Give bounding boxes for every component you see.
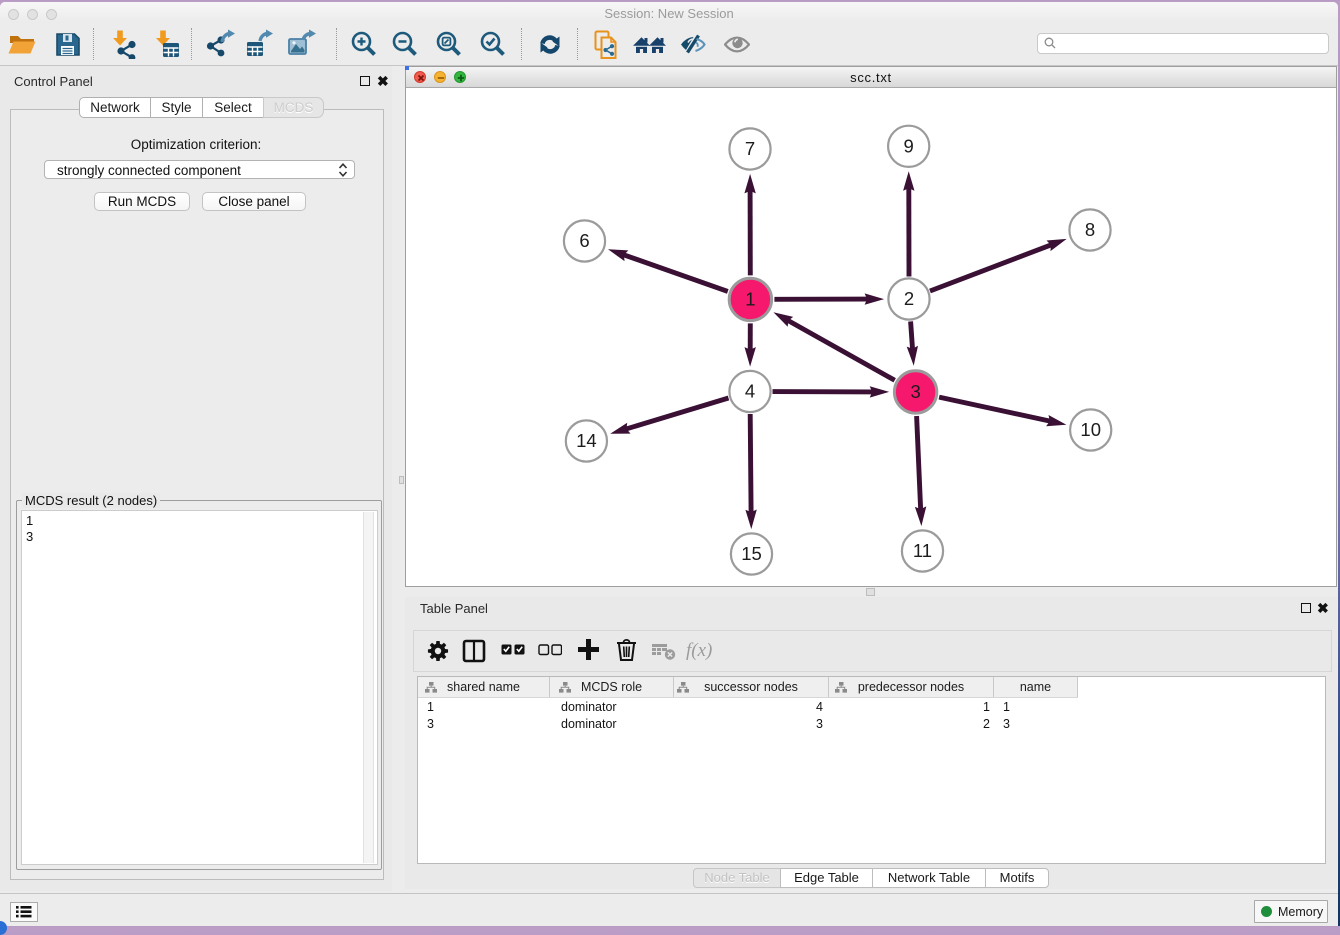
svg-text:10: 10 bbox=[1080, 419, 1101, 440]
svg-text:1: 1 bbox=[745, 289, 755, 310]
svg-text:14: 14 bbox=[576, 430, 597, 451]
svg-text:8: 8 bbox=[1085, 219, 1095, 240]
svg-text:3: 3 bbox=[910, 381, 920, 402]
svg-text:9: 9 bbox=[904, 136, 914, 157]
svg-text:6: 6 bbox=[579, 230, 589, 251]
svg-text:2: 2 bbox=[904, 288, 914, 309]
svg-text:11: 11 bbox=[913, 540, 932, 561]
svg-text:7: 7 bbox=[745, 138, 755, 159]
svg-text:15: 15 bbox=[741, 543, 762, 564]
svg-text:4: 4 bbox=[745, 381, 755, 402]
